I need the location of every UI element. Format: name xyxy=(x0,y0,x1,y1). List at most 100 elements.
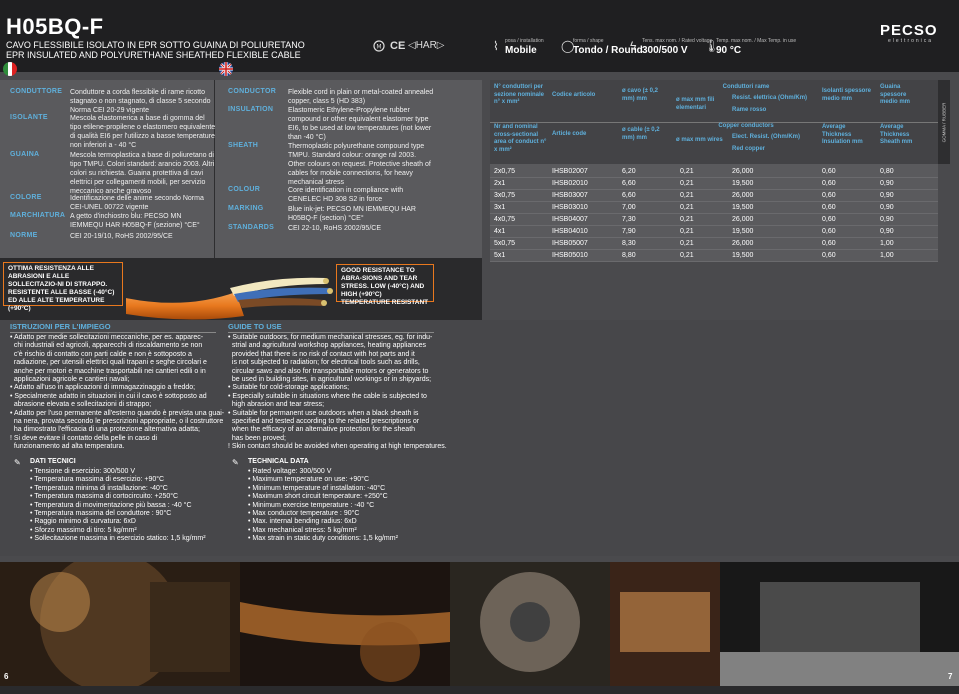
table-cell: IHSB03007 xyxy=(552,192,588,199)
footer-bar xyxy=(0,686,959,694)
it-label: CONDUTTORE xyxy=(10,88,63,95)
it-text: Identificazione delle anime secondo Norm… xyxy=(70,195,204,211)
list-item: • Temperatura minima di installazione: -… xyxy=(30,484,168,492)
list-item: strial and agricultural workshop applian… xyxy=(228,342,427,350)
th-en-col2: Article code xyxy=(552,131,587,137)
list-item: • Adatto per medie sollecitazioni meccan… xyxy=(10,334,204,341)
table-cell: 1,00 xyxy=(880,252,894,259)
table-cell: IHSB03010 xyxy=(552,204,588,211)
table-cell: 4x1 xyxy=(494,228,506,235)
th-en-col1: Nr and nominal cross-sectional area of c… xyxy=(494,124,547,153)
table-cell: 8,30 xyxy=(622,240,636,247)
page-title: H05BQ-F xyxy=(6,14,104,39)
guide-title: GUIDE TO USE xyxy=(228,322,434,333)
list-item: • Max mechanical stress: 5 kg/mm² xyxy=(248,526,357,534)
th-en-col4: ø max mm wires xyxy=(676,137,723,143)
italian-flag-icon xyxy=(3,62,17,76)
table-cell: 0,21 xyxy=(680,240,694,247)
table-cell: 0,60 xyxy=(822,228,836,235)
table-cell: IHSB04010 xyxy=(552,228,588,235)
cable-icon: ⌇ xyxy=(493,39,499,53)
table-cell: IHSB05010 xyxy=(552,252,588,259)
th-it-col1: N° conduttori per sezione nominale n° x … xyxy=(494,84,545,105)
list-item: chi industriali ed agricoli, apparecchi … xyxy=(10,342,203,350)
pencil-icon: ✎ xyxy=(14,458,21,467)
it-text: Mescola elastomerica a base di gomma del… xyxy=(70,115,216,149)
table-cell: IHSB02010 xyxy=(552,180,588,187)
it-text: CEI 20-19/10, RoHS 2002/95/CE xyxy=(70,233,173,240)
table-cell: 1,00 xyxy=(880,240,894,247)
list-item: • Temperatura di movimentazione più bass… xyxy=(30,501,192,509)
list-item: high abrasion and tear stress; xyxy=(228,401,325,409)
list-item: • Max conductor temperature : 90°C xyxy=(248,510,360,518)
spec-posa: ⌇ posa / installation Mobile xyxy=(493,38,544,56)
round-shape-icon: ◯ xyxy=(561,39,575,53)
list-item: funzionamento ad alta temperatura. xyxy=(10,443,125,451)
th-en-col3: ø cable (± 0,2 mm) mm xyxy=(622,127,660,141)
list-item: anche per motori e macchine trasportabil… xyxy=(10,367,206,375)
list-item: • Specialmente adatto in situazioni in c… xyxy=(10,392,207,400)
it-label: GUAINA xyxy=(10,151,40,158)
th-it-col4: ø max mm fili elementari xyxy=(676,97,715,111)
page-number-left: 6 xyxy=(4,672,9,681)
th-en-col5b: Red copper xyxy=(732,146,766,152)
har-mark: ◁HAR▷ xyxy=(408,40,445,51)
ce-mark: CE xyxy=(390,40,406,52)
table-cell: 0,90 xyxy=(880,180,894,187)
list-item: provided that there is no risk of contac… xyxy=(228,350,415,358)
dati-tecnici-title: DATI TECNICI xyxy=(30,458,76,465)
table-cell: IHSB02007 xyxy=(552,168,588,175)
table-row: 5x0,75 IHSB05007 8,30 0,21 26,000 0,60 1,00 xyxy=(490,238,938,250)
table-cell: 0,60 xyxy=(822,252,836,259)
en-label: STANDARDS xyxy=(228,224,275,231)
list-item: • Especially suitable in situations wher… xyxy=(228,392,427,400)
table-cell: 0,90 xyxy=(880,228,894,235)
th-it-col6: Isolanti spessore medio mm xyxy=(822,88,872,102)
pencil-icon-en: ✎ xyxy=(232,458,239,467)
list-item: be used in building sites, in agricultur… xyxy=(228,376,432,384)
brand-logo: PECSO xyxy=(880,22,938,39)
factory-photo-4 xyxy=(610,562,720,686)
list-item: • Max. internal bending radius: 6xD xyxy=(248,518,357,526)
list-item: • Suitable outdoors, for medium mechanic… xyxy=(228,334,433,341)
table-cell: 0,60 xyxy=(822,192,836,199)
table-cell: 3x1 xyxy=(494,204,506,211)
table-cell: 0,90 xyxy=(880,192,894,199)
side-tab-label: GOMMA / RUBBER xyxy=(941,102,947,143)
table-cell: 7,90 xyxy=(622,228,636,235)
dati-tecnici-list: • Tensione di esercizio: 300/500 V • Temp… xyxy=(30,468,230,544)
subtitle-en: EPR INSULATED AND POLYURETHANE SHEATHED … xyxy=(6,50,301,60)
factory-photo-5 xyxy=(720,562,959,686)
table-cell: 19,500 xyxy=(732,228,754,235)
factory-photo-1 xyxy=(0,562,240,686)
table-cell: IHSB04007 xyxy=(552,216,588,223)
table-cell: 0,21 xyxy=(680,180,694,187)
table-cell: 5x0,75 xyxy=(494,240,516,247)
en-text: Core identification in compliance with C… xyxy=(288,187,404,203)
table-cell: 19,500 xyxy=(732,180,754,187)
list-item: applicazioni agricole e cantieri navali; xyxy=(10,376,130,384)
table-row: 3x0,75 IHSB03007 6,60 0,21 26,000 0,60 0,90 xyxy=(490,190,938,202)
table-cell: 26,000 xyxy=(732,216,754,223)
table-row: 2x0,75 IHSB02007 6,20 0,21 26,000 0,60 0,80 xyxy=(490,166,938,178)
list-item: • Adatto all'uso in applicazioni di imma… xyxy=(10,384,196,392)
table-cell: 6,20 xyxy=(622,168,636,175)
table-row: 4x1 IHSB04010 7,90 0,21 19,500 0,60 0,90 xyxy=(490,226,938,238)
en-text: CEI 22-10, RoHS 2002/95/CE xyxy=(288,225,381,232)
spec-temp: 🌡 Temp. max nom. / Max Temp. in use 90 °… xyxy=(704,38,797,56)
list-item: • Maximum temperature on use: +90°C xyxy=(248,476,369,484)
table-cell: 19,500 xyxy=(732,204,754,211)
table-cell: 5x1 xyxy=(494,252,506,259)
technical-data-list: • Rated voltage: 300/500 V • Maximum temp… xyxy=(248,468,448,544)
page-number-right: 7 xyxy=(948,672,953,681)
table-cell: 2x0,75 xyxy=(494,168,516,175)
it-label: NORME xyxy=(10,232,38,239)
table-cell: 26,000 xyxy=(732,192,754,199)
table-cell: 7,00 xyxy=(622,204,636,211)
table-cell: 26,000 xyxy=(732,168,754,175)
factory-photo-3 xyxy=(450,562,610,686)
it-text: Conduttore a corda flessibile di rame ri… xyxy=(70,89,211,114)
list-item: • Temperatura massima del conduttore : 9… xyxy=(30,510,172,518)
en-text: Elastomeric Ethylene-Propylene rubber co… xyxy=(288,107,432,141)
list-item: • Suitable for permanent use outdoors wh… xyxy=(228,409,419,417)
